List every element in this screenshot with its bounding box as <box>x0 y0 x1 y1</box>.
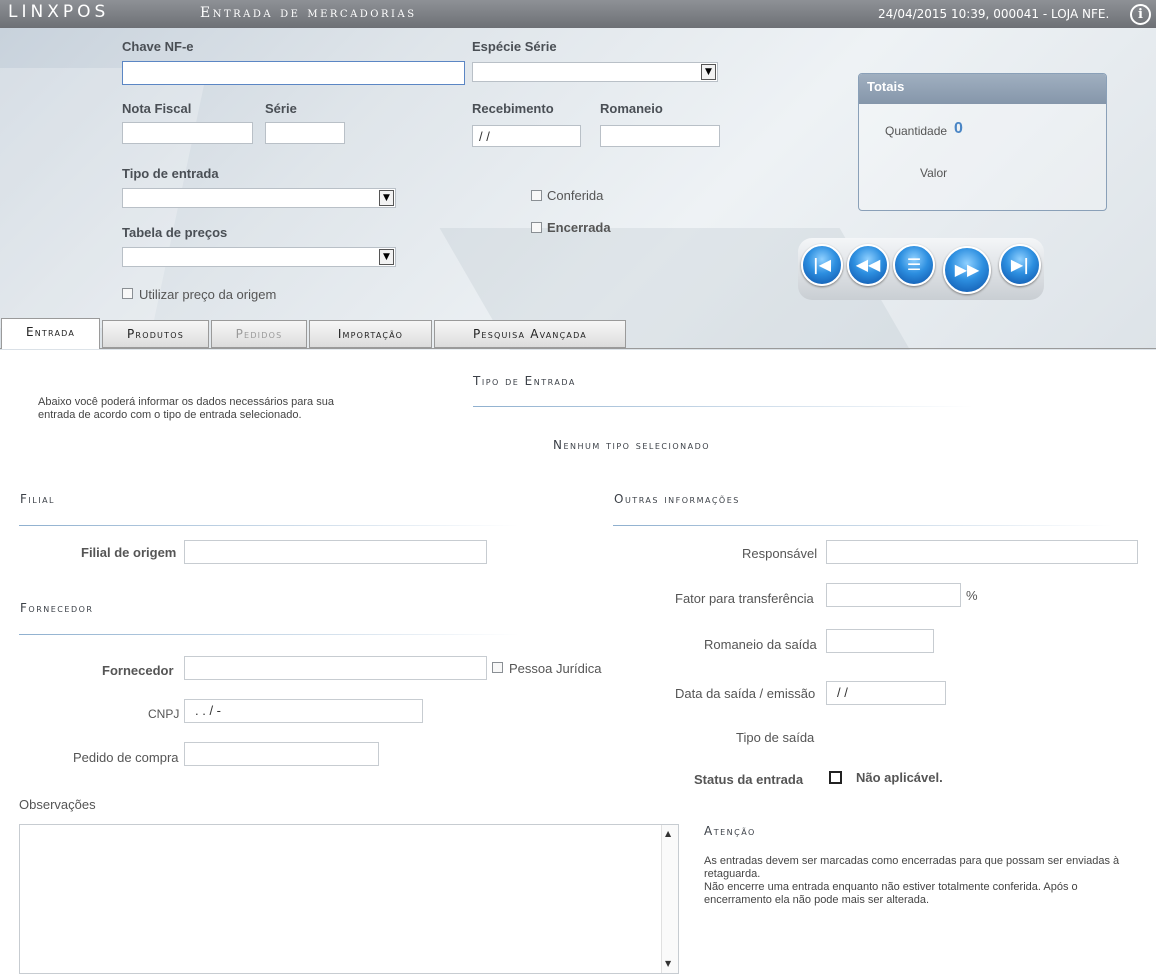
recebimento-label: Recebimento <box>472 101 554 116</box>
fornecedor-input[interactable] <box>184 656 487 680</box>
chave-nfe-input[interactable] <box>122 61 465 85</box>
scroll-down-icon[interactable]: ▼ <box>665 959 671 968</box>
romaneio-input[interactable] <box>600 125 720 147</box>
fornecedor-section-title: Fornecedor <box>20 601 94 615</box>
tabela-precos-label: Tabela de preços <box>122 225 228 240</box>
especie-serie-select[interactable]: ▼ <box>472 62 718 82</box>
status-checkbox-icon <box>829 771 842 784</box>
especie-serie-label: Espécie Série <box>472 39 557 54</box>
tab-strip-border <box>0 348 1156 349</box>
status-entrada-value: Não aplicável. <box>856 770 943 785</box>
tabela-precos-select[interactable]: ▼ <box>122 247 396 267</box>
menu-record-icon[interactable]: ☰ <box>893 244 935 286</box>
tipo-entrada-section-title: Tipo de Entrada <box>473 374 576 388</box>
intro-text: Abaixo você poderá informar os dados nec… <box>38 396 334 421</box>
app-logo: LINXPOS <box>8 2 110 22</box>
window-title: Entrada de mercadorias <box>200 5 417 21</box>
chevron-down-icon[interactable]: ▼ <box>379 249 394 265</box>
tipo-saida-label: Tipo de saída <box>736 730 815 745</box>
observacoes-label: Observações <box>19 797 96 812</box>
previous-record-icon[interactable]: ◀◀ <box>847 244 889 286</box>
utilizar-preco-checkbox[interactable] <box>122 288 133 299</box>
title-bar: LINXPOS Entrada de mercadorias 24/04/201… <box>0 0 1156 28</box>
responsavel-label: Responsável <box>742 546 818 561</box>
fator-transferencia-label: Fator para transferência <box>675 591 814 606</box>
nota-fiscal-input[interactable] <box>122 122 253 144</box>
encerrada-checkbox[interactable] <box>531 222 542 233</box>
conferida-label: Conferida <box>547 188 604 203</box>
tab-pedidos: Pedidos <box>211 320 307 348</box>
first-record-icon[interactable]: |◀ <box>801 244 843 286</box>
next-record-icon[interactable]: ▶▶ <box>943 246 991 294</box>
tipo-entrada-label: Tipo de entrada <box>122 166 219 181</box>
filial-origem-label: Filial de origem <box>81 545 177 560</box>
record-navigation: |◀ ◀◀ ☰ ▶▶ ▶| <box>798 238 1044 300</box>
data-saida-label: Data da saída / emissão <box>675 686 816 701</box>
cnpj-label: CNPJ <box>148 707 180 721</box>
info-icon[interactable]: i <box>1130 4 1151 25</box>
valor-label: Valor <box>920 166 948 180</box>
utilizar-preco-label: Utilizar preço da origem <box>139 287 277 302</box>
outras-informacoes-section-title: Outras informações <box>614 492 740 506</box>
filial-section-title: Filial <box>20 492 56 506</box>
chevron-down-icon[interactable]: ▼ <box>379 190 394 206</box>
nenhum-tipo-text: Nenhum tipo selecionado <box>553 438 711 452</box>
encerrada-label: Encerrada <box>547 220 611 235</box>
chave-nfe-label: Chave NF-e <box>122 39 194 54</box>
serie-label: Série <box>265 101 297 116</box>
scroll-up-icon[interactable]: ▲ <box>665 829 671 838</box>
pedido-compra-input[interactable] <box>184 742 379 766</box>
scrollbar[interactable]: ▲ ▼ <box>661 825 678 973</box>
pessoa-juridica-checkbox[interactable] <box>492 662 503 673</box>
tipo-entrada-select[interactable]: ▼ <box>122 188 396 208</box>
observacoes-textarea[interactable]: ▲ ▼ <box>19 824 679 974</box>
responsavel-input[interactable] <box>826 540 1138 564</box>
romaneio-saida-input[interactable] <box>826 629 934 653</box>
cnpj-input[interactable]: . . / - <box>184 699 423 723</box>
last-record-icon[interactable]: ▶| <box>999 244 1041 286</box>
filial-origem-input[interactable] <box>184 540 487 564</box>
romaneio-label: Romaneio <box>600 101 663 116</box>
atencao-text-2: Não encerre uma entrada enquanto não est… <box>704 881 1078 906</box>
romaneio-saida-label: Romaneio da saída <box>704 637 817 652</box>
atencao-text-1: As entradas devem ser marcadas como ence… <box>704 855 1120 880</box>
atencao-title: Atenção <box>704 824 756 838</box>
section-divider <box>19 634 519 635</box>
status-text: 24/04/2015 10:39, 000041 - LOJA NFE. <box>878 7 1110 21</box>
tab-entrada[interactable]: Entrada <box>1 318 100 349</box>
section-divider <box>19 525 519 526</box>
section-divider <box>613 525 1113 526</box>
chevron-down-icon[interactable]: ▼ <box>701 64 716 80</box>
fornecedor-label: Fornecedor <box>102 663 174 678</box>
recebimento-date-input[interactable]: / / <box>472 125 581 147</box>
serie-input[interactable] <box>265 122 345 144</box>
percent-sign: % <box>966 588 978 603</box>
section-divider <box>473 406 973 407</box>
fator-transferencia-input[interactable] <box>826 583 961 607</box>
totals-title: Totais <box>859 74 1106 104</box>
totals-panel: Totais Quantidade 0 Valor <box>858 73 1107 211</box>
status-entrada-label: Status da entrada <box>694 772 804 787</box>
tab-importacao[interactable]: Importação <box>309 320 432 348</box>
pessoa-juridica-label: Pessoa Jurídica <box>509 661 602 676</box>
pedido-compra-label: Pedido de compra <box>73 750 179 765</box>
tab-pesquisa-avancada[interactable]: Pesquisa Avançada <box>434 320 626 348</box>
nota-fiscal-label: Nota Fiscal <box>122 101 192 116</box>
conferida-checkbox[interactable] <box>531 190 542 201</box>
quantidade-value: 0 <box>954 120 963 137</box>
data-saida-input[interactable]: / / <box>826 681 946 705</box>
tab-produtos[interactable]: Produtos <box>102 320 209 348</box>
quantidade-label: Quantidade <box>885 124 948 138</box>
